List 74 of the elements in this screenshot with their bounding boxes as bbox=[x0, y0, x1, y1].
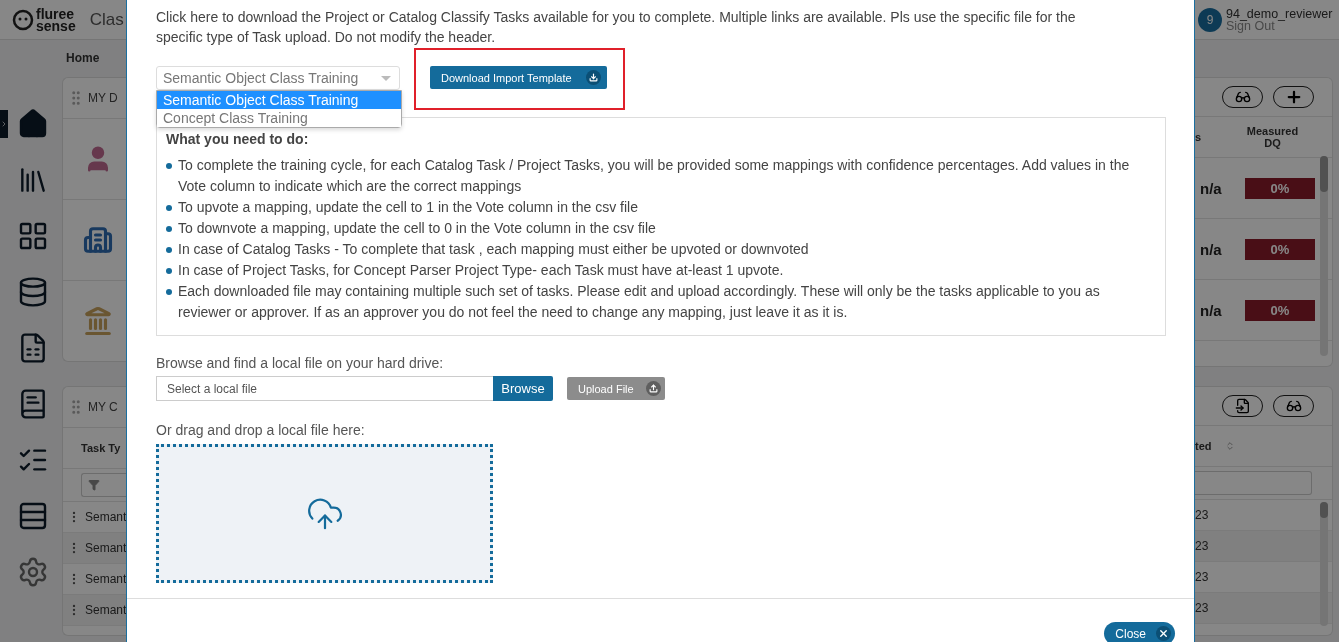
dq-badge: 0% bbox=[1245, 177, 1315, 199]
table-cell: 23 bbox=[1195, 508, 1209, 522]
close-button[interactable]: Close bbox=[1104, 622, 1175, 642]
close-icon bbox=[1156, 626, 1171, 641]
column-header[interactable]: Measured DQ bbox=[1240, 125, 1305, 149]
instruction-text: To complete the training cycle, for each Catalog Task / Project Tasks, you will be provided some mappings with confidence percentages. Add values in the Vote column to indicate which are the correct mappings bbox=[178, 156, 1131, 196]
file-field[interactable]: Select a local file bbox=[156, 376, 493, 401]
instruction-text: In case of Project Tasks, for Concept Parser Project Type- each Task must have at-least 1 upvote. bbox=[178, 261, 784, 280]
filter-field[interactable] bbox=[1195, 471, 1312, 495]
home-icon[interactable] bbox=[17, 108, 49, 140]
logo-wordmark: fluree bbox=[36, 7, 76, 20]
dropdown-option[interactable]: Semantic Object Class Training bbox=[157, 91, 401, 109]
add-button[interactable] bbox=[1273, 86, 1314, 108]
glasses-icon bbox=[1285, 398, 1302, 414]
dq-badge: 0% bbox=[1245, 238, 1315, 260]
table-cell-text: n/a bbox=[1199, 179, 1223, 197]
database-icon[interactable] bbox=[17, 276, 49, 308]
table-cell: Semant bbox=[85, 541, 126, 555]
instruction-text: In case of Catalog Tasks - To complete that task , each mapping must either be upvoted or downvoted bbox=[178, 240, 809, 259]
view-button[interactable] bbox=[1273, 395, 1314, 417]
import-button[interactable] bbox=[1222, 395, 1263, 417]
building-icon bbox=[83, 225, 113, 255]
bullet-icon bbox=[166, 163, 172, 169]
scrollbar[interactable] bbox=[1320, 502, 1328, 626]
table-cell-text: n/a bbox=[1199, 301, 1223, 319]
table-cell: 23 bbox=[1195, 539, 1209, 553]
logo-wordmark: sense bbox=[36, 19, 76, 32]
card-title: MY C bbox=[88, 400, 118, 414]
column-header[interactable]: s bbox=[1195, 131, 1240, 143]
chevron-right-icon bbox=[0, 120, 8, 128]
user-name: 94_demo_reviewer bbox=[1226, 7, 1333, 20]
bank-icon bbox=[83, 306, 113, 336]
download-button[interactable]: Download Import Template bbox=[430, 66, 607, 89]
table-cell: Semant bbox=[85, 510, 126, 524]
instruction-text: To upvote a mapping, update the cell to 1 in the Vote column in the csv file bbox=[178, 198, 638, 217]
table-cell: 23 bbox=[1195, 570, 1209, 584]
bullet-icon bbox=[166, 205, 172, 211]
file-import-icon bbox=[1234, 398, 1251, 414]
sidebar-toggle[interactable] bbox=[0, 110, 8, 138]
card-title: MY D bbox=[88, 91, 118, 105]
app-title: Clas bbox=[89, 9, 124, 30]
drop-label: Or drag and drop a local file here: bbox=[156, 422, 366, 438]
bullet-icon bbox=[166, 268, 172, 274]
drop-zone[interactable] bbox=[156, 444, 493, 583]
table-cell: Semant bbox=[85, 603, 126, 617]
glasses-icon bbox=[1234, 89, 1251, 105]
rows-icon[interactable] bbox=[17, 500, 49, 532]
user-avatar[interactable]: 9 bbox=[1198, 7, 1222, 32]
instruction-text: Each downloaded file may containing multiple such set of tasks. Please edit and upload accordingly. These will only be the tasks applicable to you as reviewer or approver. If as an approver you do not feel the need to change any mapping, just leave it as it is. bbox=[178, 282, 1101, 322]
scrollbar[interactable] bbox=[1320, 156, 1328, 356]
table-cell-text: n/a bbox=[1199, 240, 1223, 258]
grid-icon[interactable] bbox=[17, 220, 49, 252]
instruction-text: To downvote a mapping, update the cell to 0 in the Vote column in the csv file bbox=[178, 219, 656, 238]
instructions-title: What you need to do: bbox=[166, 131, 310, 147]
upload-icon bbox=[645, 381, 661, 396]
intro-text: Click here to download the Project or Catalog Classify Tasks available for you to complete. Multiple links are available. Pls use the specific file for the specific type of Task upload. Do not modify the header. bbox=[156, 8, 1077, 47]
table-cell: 23 bbox=[1195, 601, 1209, 615]
dropdown-option[interactable]: Concept Class Training bbox=[157, 109, 401, 127]
browse-button[interactable]: Browse bbox=[493, 376, 553, 401]
sign-out-link[interactable]: Sign Out bbox=[1226, 19, 1333, 32]
bullet-icon bbox=[166, 289, 172, 295]
file-label: Browse and find a local file on your hard drive: bbox=[156, 355, 445, 371]
column-header[interactable]: Task Ty bbox=[81, 442, 121, 454]
column-header[interactable]: ted bbox=[1195, 440, 1225, 452]
view-button[interactable] bbox=[1222, 86, 1263, 108]
bullet-icon bbox=[166, 226, 172, 232]
bullet-icon bbox=[166, 247, 172, 253]
download-icon bbox=[585, 70, 601, 85]
filter-icon bbox=[88, 479, 100, 491]
settings-icon[interactable] bbox=[17, 556, 49, 588]
dq-badge: 0% bbox=[1245, 299, 1315, 321]
logo-icon bbox=[12, 8, 34, 31]
breadcrumb[interactable]: Home bbox=[62, 40, 126, 76]
table-cell: Semant bbox=[85, 572, 126, 586]
